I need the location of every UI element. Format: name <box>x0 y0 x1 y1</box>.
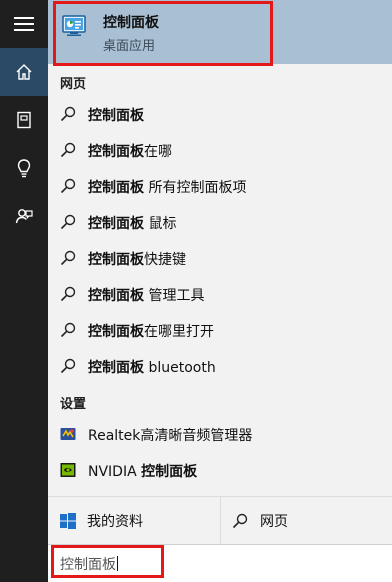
web-suggestion-label: 控制面板 鼠标 <box>88 216 177 232</box>
web-suggestion-label: 控制面板在哪 <box>88 144 172 160</box>
web-suggestion-item[interactable]: 控制面板 所有控制面板项 <box>48 168 392 204</box>
best-match-subtitle: 桌面应用 <box>103 39 156 54</box>
feedback-icon <box>15 209 33 224</box>
web-suggestion-label: 控制面板 管理工具 <box>88 288 205 304</box>
list-item-realtek[interactable]: Realtek高清晰音频管理器 <box>48 416 392 452</box>
web-suggestion-item[interactable]: 控制面板快捷键 <box>48 240 392 276</box>
notebook-button[interactable] <box>0 96 48 144</box>
search-icon <box>60 142 76 158</box>
search-input[interactable]: 控制面板 <box>60 554 118 574</box>
best-match-item[interactable]: 控制面板 桌面应用 <box>48 0 392 64</box>
search-icon <box>60 250 76 266</box>
web-section-label: 网页 <box>60 77 87 92</box>
hamburger-icon <box>14 17 34 31</box>
menu-button[interactable] <box>0 0 48 48</box>
search-icon <box>232 513 248 529</box>
control-panel-icon <box>62 15 86 36</box>
my-stuff-button[interactable]: 我的资料 <box>60 497 143 545</box>
list-item-label: NVIDIA 控制面板 <box>88 464 198 480</box>
text-caret <box>117 556 118 571</box>
nvidia-icon <box>60 463 76 477</box>
search-icon <box>60 358 76 374</box>
search-box[interactable]: 控制面板 <box>48 544 392 582</box>
web-suggestion-label: 控制面板在哪里打开 <box>88 324 214 340</box>
search-icon <box>60 322 76 338</box>
search-results-panel: 控制面板 桌面应用 网页 控制面板 控制面板在哪 控制面板 所有控制面板项 控制面板 … <box>48 0 392 582</box>
web-suggestion-label: 控制面板 所有控制面板项 <box>88 180 247 196</box>
web-suggestion-label: 控制面板快捷键 <box>88 252 186 268</box>
web-suggestion-item[interactable]: 控制面板 <box>48 96 392 132</box>
divider <box>220 497 221 545</box>
web-button[interactable]: 网页 <box>232 497 288 545</box>
list-item-nvidia[interactable]: NVIDIA 控制面板 <box>48 452 392 488</box>
reminders-button[interactable] <box>0 144 48 192</box>
home-button[interactable] <box>0 48 48 96</box>
my-stuff-label: 我的资料 <box>87 514 143 530</box>
list-item-label: Realtek高清晰音频管理器 <box>88 428 253 444</box>
search-icon <box>60 214 76 230</box>
settings-section-label: 设置 <box>60 397 87 412</box>
realtek-audio-icon <box>60 428 76 440</box>
windows-logo-icon <box>60 513 76 529</box>
notebook-icon <box>17 111 31 129</box>
web-label: 网页 <box>260 514 288 530</box>
search-icon <box>60 178 76 194</box>
web-suggestion-item[interactable]: 控制面板 管理工具 <box>48 276 392 312</box>
feedback-button[interactable] <box>0 192 48 240</box>
web-suggestion-item[interactable]: 控制面板在哪里打开 <box>48 312 392 348</box>
best-match-title: 控制面板 <box>103 15 159 31</box>
bottom-filter-bar: 我的资料 网页 <box>48 496 392 545</box>
start-rail <box>0 0 48 582</box>
web-suggestion-item[interactable]: 控制面板 鼠标 <box>48 204 392 240</box>
lightbulb-icon <box>17 159 31 178</box>
search-icon <box>60 286 76 302</box>
web-suggestion-item[interactable]: 控制面板在哪 <box>48 132 392 168</box>
web-suggestion-label: 控制面板 <box>88 108 144 124</box>
web-suggestion-label: 控制面板 bluetooth <box>88 360 216 376</box>
home-icon <box>16 64 32 80</box>
web-suggestion-item[interactable]: 控制面板 bluetooth <box>48 348 392 384</box>
search-icon <box>60 106 76 122</box>
